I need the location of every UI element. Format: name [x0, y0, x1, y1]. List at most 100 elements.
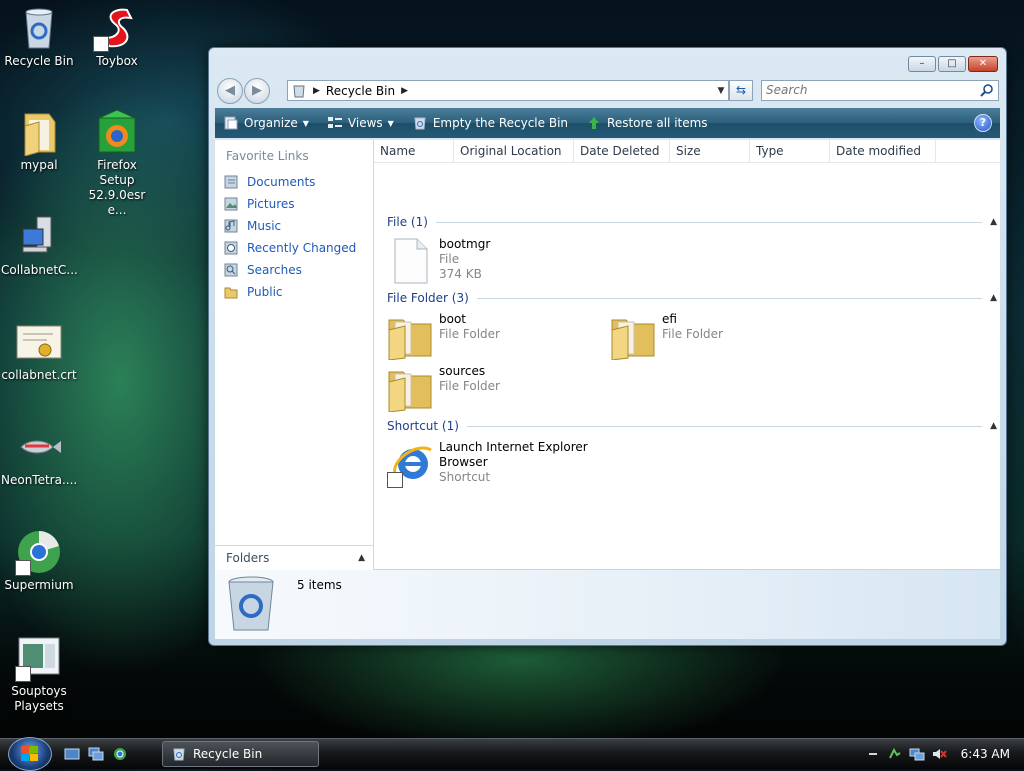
- help-icon[interactable]: ?: [974, 114, 992, 132]
- chevron-up-icon[interactable]: ▲: [990, 293, 997, 303]
- windows-logo-icon: [21, 746, 39, 762]
- list-item[interactable]: bootmgr File 374 KB: [387, 237, 490, 285]
- pictures-icon: [223, 196, 239, 212]
- folders-label: Folders: [226, 551, 270, 565]
- fav-link-label: Music: [247, 219, 282, 233]
- organize-button[interactable]: Organize ▼: [215, 108, 319, 138]
- breadcrumb-separator-icon[interactable]: ▶: [401, 86, 408, 96]
- group-header-file-folder[interactable]: File Folder (3) ▲: [387, 290, 999, 306]
- fav-link-recently-changed[interactable]: Recently Changed: [215, 237, 373, 259]
- recycle-bin-small-icon: [412, 115, 428, 131]
- forward-button[interactable]: ▶: [244, 78, 270, 104]
- volume-muted-icon[interactable]: [931, 746, 947, 762]
- views-button[interactable]: Views ▼: [319, 108, 404, 138]
- show-desktop-icon[interactable]: [64, 746, 80, 762]
- desktop-icon-recycle-bin[interactable]: Recycle Bin: [1, 4, 77, 69]
- explorer-window: – □ ✕ ◀ ▶ ▶ Recycle Bin ▶ ▼ ⇆ Organize ▼: [208, 47, 1007, 646]
- favorite-links-header: Favorite Links: [226, 149, 309, 163]
- desktop-icon-neontetra[interactable]: NeonTetra....: [1, 423, 77, 488]
- recycle-bin-icon: [225, 574, 277, 634]
- views-label: Views: [347, 116, 383, 130]
- file-name: Launch Internet Explorer: [439, 440, 588, 454]
- list-item[interactable]: boot File Folder: [387, 312, 500, 360]
- fav-link-documents[interactable]: Documents: [215, 171, 373, 193]
- column-header-type[interactable]: Type: [750, 140, 830, 162]
- views-icon: [327, 115, 343, 131]
- back-button[interactable]: ◀: [217, 78, 243, 104]
- search-box[interactable]: [761, 80, 999, 101]
- group-header-file[interactable]: File (1) ▲: [387, 214, 999, 230]
- close-button[interactable]: ✕: [968, 56, 998, 72]
- browser-quicklaunch-icon[interactable]: [112, 746, 128, 762]
- column-header-name[interactable]: Name: [374, 140, 454, 162]
- desktop-icon-label: Supermium: [4, 578, 74, 592]
- navigation-pane: Favorite Links Documents Pictures Music …: [215, 140, 374, 569]
- desktop-icon-souptoys[interactable]: Souptoys Playsets: [1, 634, 77, 714]
- address-bar[interactable]: ▶ Recycle Bin ▶ ▼: [287, 80, 729, 101]
- list-item[interactable]: Launch Internet Explorer Browser Shortcu…: [387, 440, 588, 488]
- column-header-date-modified[interactable]: Date modified: [830, 140, 936, 162]
- minimize-button[interactable]: –: [908, 56, 936, 72]
- desktop-icon-label: NeonTetra....: [1, 473, 78, 487]
- group-header-shortcut[interactable]: Shortcut (1) ▲: [387, 418, 999, 434]
- maximize-button[interactable]: □: [938, 56, 966, 72]
- column-header-original-location[interactable]: Original Location: [454, 140, 574, 162]
- desktop-icon-collabnet[interactable]: CollabnetC...: [1, 213, 78, 278]
- desktop-icon-collabnet-crt[interactable]: collabnet.crt: [1, 318, 77, 383]
- start-button[interactable]: [8, 737, 52, 771]
- music-icon: [223, 218, 239, 234]
- fav-link-label: Searches: [247, 263, 302, 277]
- clock[interactable]: 6:43 AM: [961, 747, 1010, 761]
- desktop-icon-firefox-setup[interactable]: Firefox Setup 52.9.0esr e...: [79, 108, 155, 218]
- list-item[interactable]: efi File Folder: [610, 312, 723, 360]
- organize-icon: [223, 115, 239, 131]
- list-item[interactable]: sources File Folder: [387, 364, 500, 412]
- refresh-button[interactable]: ⇆: [729, 80, 753, 101]
- maximize-glyph: □: [947, 58, 957, 69]
- search-icon[interactable]: [980, 83, 994, 97]
- restore-all-label: Restore all items: [607, 116, 708, 130]
- chevron-up-icon[interactable]: ▲: [990, 217, 997, 227]
- chevron-up-icon[interactable]: ▲: [358, 553, 365, 563]
- fav-link-searches[interactable]: Searches: [215, 259, 373, 281]
- tray-arrow-icon[interactable]: [865, 746, 881, 762]
- details-pane: 5 items: [215, 570, 1000, 639]
- breadcrumb-separator-icon[interactable]: ▶: [313, 86, 320, 96]
- chevron-up-icon[interactable]: ▲: [990, 421, 997, 431]
- recycle-bin-small-icon: [291, 83, 307, 99]
- group-divider: [466, 425, 983, 427]
- taskbar-button-recycle-bin[interactable]: Recycle Bin: [162, 741, 319, 767]
- column-header-size[interactable]: Size: [670, 140, 750, 162]
- desktop-icon-label: collabnet.crt: [1, 368, 77, 382]
- group-header-label: File (1): [387, 215, 428, 229]
- window-controls: – □ ✕: [908, 56, 998, 72]
- file-size: 374 KB: [439, 267, 482, 281]
- empty-recycle-bin-button[interactable]: Empty the Recycle Bin: [404, 108, 578, 138]
- restore-all-button[interactable]: Restore all items: [578, 108, 718, 138]
- file-type: File Folder: [439, 327, 500, 341]
- desktop-icon-supermium[interactable]: Supermium: [1, 528, 77, 593]
- chevron-down-icon: ▼: [387, 118, 394, 128]
- organize-label: Organize: [244, 116, 298, 130]
- column-header-date-deleted[interactable]: Date Deleted: [574, 140, 670, 162]
- address-dropdown-icon[interactable]: ▼: [714, 86, 728, 96]
- network-icon[interactable]: [909, 746, 925, 762]
- fav-link-pictures[interactable]: Pictures: [215, 193, 373, 215]
- command-toolbar: Organize ▼ Views ▼ Empty the Recycle Bin…: [215, 108, 1000, 138]
- empty-recycle-bin-label: Empty the Recycle Bin: [432, 116, 569, 130]
- desktop-icon-toybox[interactable]: Toybox: [79, 4, 155, 69]
- search-input[interactable]: [762, 81, 966, 98]
- desktop-icon-mypal[interactable]: mypal: [1, 108, 77, 173]
- fav-link-music[interactable]: Music: [215, 215, 373, 237]
- file-icon: [387, 237, 435, 285]
- folders-toggle[interactable]: Folders ▲: [215, 545, 373, 570]
- item-count: 5 items: [297, 578, 342, 592]
- switch-windows-icon[interactable]: [88, 746, 104, 762]
- desktop-icon-label: Firefox Setup 52.9.0esr e...: [88, 158, 146, 217]
- safely-remove-icon[interactable]: [887, 746, 903, 762]
- group-divider: [476, 297, 983, 299]
- fav-link-public[interactable]: Public: [215, 281, 373, 303]
- recycle-bin-icon: [15, 4, 63, 52]
- certificate-icon: [15, 318, 63, 366]
- breadcrumb-recycle-bin[interactable]: Recycle Bin: [326, 84, 395, 98]
